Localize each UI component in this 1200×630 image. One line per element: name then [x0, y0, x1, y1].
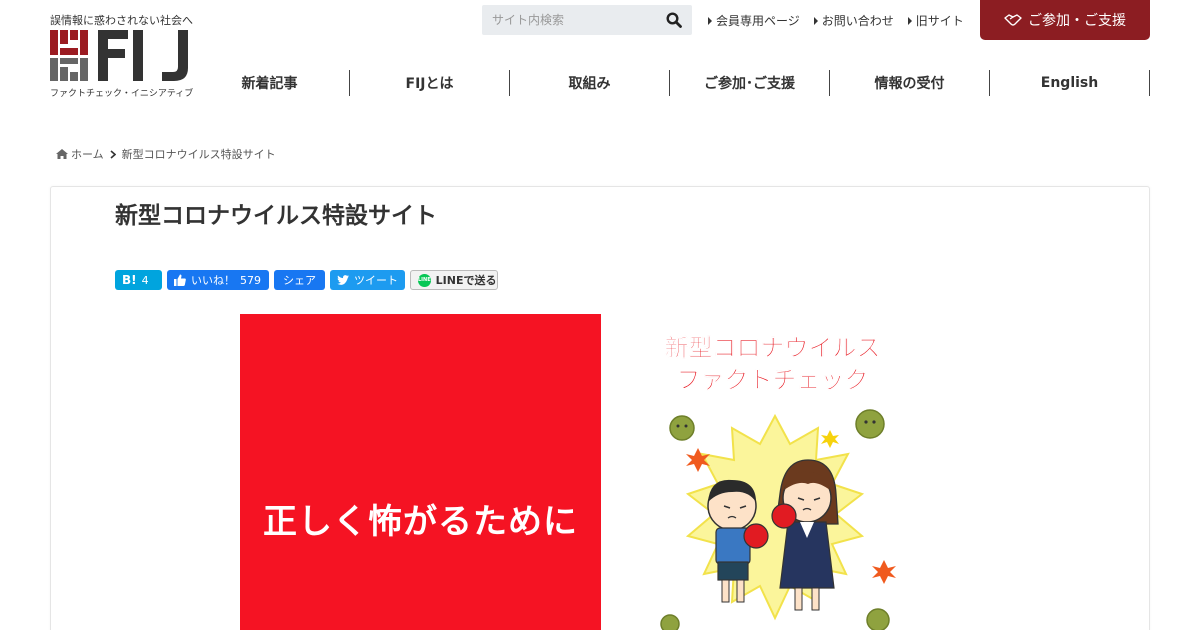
nav-item-news[interactable]: 新着記事 — [190, 70, 350, 96]
caret-right-icon — [813, 16, 818, 25]
facebook-share-button[interactable]: シェア — [274, 270, 325, 290]
line-label: LINEで送る — [435, 274, 497, 287]
page-title: 新型コロナウイルス特設サイト — [115, 203, 437, 229]
logo-subtitle: ファクトチェック・イニシアティブ — [50, 89, 194, 99]
thumbs-up-icon — [174, 274, 186, 286]
nav-item-about[interactable]: FIJとは — [350, 70, 510, 96]
contact-link[interactable]: お問い合わせ — [813, 12, 894, 29]
hero-heading: 新型コロナウイルス ファクトチェック — [664, 334, 881, 395]
like-count: 579 — [240, 273, 261, 287]
handshake-icon — [1004, 14, 1022, 26]
fij-logo-mark — [50, 30, 188, 81]
utility-links: 会員専用ページ お問い合わせ 旧サイト — [708, 12, 964, 29]
nav-item-join[interactable]: ご参加･ご支援 — [670, 70, 830, 96]
site-search — [482, 5, 692, 35]
nav-item-activities[interactable]: 取組み — [510, 70, 670, 96]
global-nav: 新着記事 FIJとは 取組み ご参加･ご支援 情報の受付 English — [190, 70, 1150, 96]
twitter-bird-icon — [337, 275, 349, 285]
search-icon[interactable] — [666, 12, 682, 28]
tweet-label: ツイート — [354, 274, 398, 287]
caret-right-icon — [708, 16, 712, 25]
caret-right-icon — [907, 16, 912, 25]
like-label: いいね！ — [191, 274, 235, 287]
hatena-label: B! — [122, 273, 137, 287]
breadcrumb-current: 新型コロナウイルス特設サイト — [121, 148, 276, 161]
breadcrumb-home[interactable]: ホーム — [56, 146, 104, 162]
join-support-button[interactable]: ご参加・ご支援 — [980, 0, 1150, 40]
facebook-like-button[interactable]: いいね！ 579 — [167, 270, 269, 290]
chevron-right-icon — [110, 149, 116, 159]
old-site-link[interactable]: 旧サイト — [907, 12, 964, 29]
hero-left-text: 正しく怖がるために — [263, 502, 578, 542]
member-page-link[interactable]: 会員専用ページ — [708, 12, 800, 29]
search-input[interactable] — [482, 5, 652, 35]
line-share-button[interactable]: LINE LINEで送る — [410, 270, 498, 290]
hatena-count: 4 — [141, 273, 149, 287]
home-icon — [56, 149, 68, 159]
nav-item-report[interactable]: 情報の受付 — [830, 70, 990, 96]
share-buttons: B! 4 いいね！ 579 シェア ツイート LINE LINEで送る — [115, 270, 498, 290]
breadcrumb: ホーム 新型コロナウイルス特設サイト — [56, 146, 276, 162]
hero-banner-left: 正しく怖がるために — [240, 314, 601, 630]
hatena-bookmark-button[interactable]: B! 4 — [115, 270, 162, 290]
site-tagline: 誤情報に惑わされない社会へ — [50, 14, 193, 27]
nav-item-english[interactable]: English — [990, 70, 1150, 96]
line-icon: LINE — [418, 273, 431, 287]
tweet-button[interactable]: ツイート — [330, 270, 405, 290]
children-boxing-illustration — [660, 409, 896, 630]
